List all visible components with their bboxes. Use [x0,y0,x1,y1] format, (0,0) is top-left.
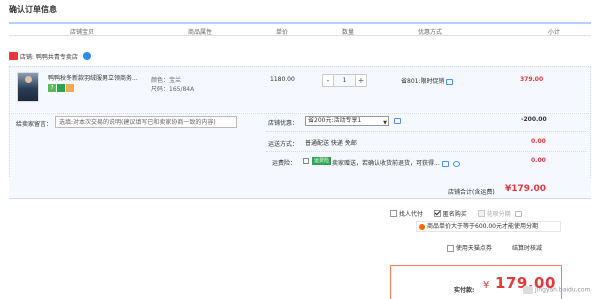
seven-day-return-icon: 7 [48,84,56,92]
guarantee-icon [57,84,65,92]
shipping-label: 运送方式： [268,141,299,148]
shop-icon [9,51,18,60]
proxy-pay-label: 找人代付 [398,211,423,218]
comment-icon[interactable] [394,118,401,124]
message-label: 给卖家留言： [16,121,53,128]
column-header-attributes: 商品属性 [187,29,213,36]
quantity-input[interactable]: 1 [334,74,355,87]
insurance-label: 运费险： [272,160,297,167]
column-header-promotion: 优惠方式 [417,29,443,36]
insurance-description: 卖家赠送，若确认收货前退货，可获得... [332,158,460,167]
shipping-method: 普通配送 快递 免邮 [305,140,357,147]
shop-total-value: ¥179.00 [505,184,546,194]
quantity-increase-button[interactable]: + [355,74,367,87]
comment-icon[interactable] [446,78,454,85]
coupon-select[interactable]: 省200元:活动专享1 ▼ [305,116,389,126]
unit-price: 1180.00 [270,76,295,83]
shop-name-link[interactable]: 鸭鸭共青专卖店 [36,54,78,61]
page-title: 确认订单信息 [9,5,57,14]
watermark-text: jingyan.baidu.com [535,286,591,294]
help-icon[interactable] [452,160,460,167]
promotion-info: 省801:限时促销 [401,76,454,85]
service-badges: 7 [48,84,75,92]
installment-label: 花呗分期 [486,211,511,218]
installment-notice: 商品单价大于等于600.00元才能使用分期 [416,221,561,232]
quantity-stepper: - 1 + [322,74,367,87]
chevron-down-icon: ▼ [383,120,387,126]
product-size: 尺码：165/84A [151,86,195,93]
comment-icon[interactable] [441,160,449,167]
insurance-checkbox[interactable] [303,158,309,164]
item-subtotal: 379.00 [520,76,544,83]
insurance-badge: 运费险 [312,157,332,165]
promotion-text: 省801:限时促销 [401,78,445,85]
tmall-coupon-option[interactable]: 使用天猫点券 [447,243,492,252]
proxy-pay-option[interactable]: 找人代付 [390,210,423,218]
chat-icon[interactable] [82,51,91,60]
coupon-amount: -200.00 [521,116,547,123]
warning-icon [419,223,425,230]
installment-notice-text: 商品单价大于等于600.00元才能使用分期 [427,223,538,230]
product-title-link[interactable]: 鸭鸭秋冬新款羽绒服男立领商务... [48,73,148,82]
comment-icon[interactable] [514,210,522,217]
insurance-text: 卖家赠送，若确认收货前退货，可获得... [332,160,440,167]
divider [266,131,586,132]
divider [266,151,586,152]
column-header-item: 店铺宝贝 [69,29,95,36]
seller-message-input[interactable]: 选填:对本次交易的说明(建议填写已和卖家协商一致的内容) [55,116,237,128]
anonymous-option[interactable]: 匿名购买 [433,210,467,218]
shop-label: 店铺: [19,54,34,61]
insurance-amount: 0.00 [531,157,546,164]
column-header-subtotal: 小计 [547,29,561,36]
proxy-pay-checkbox[interactable] [390,210,397,217]
baidu-logo-icon [523,286,533,294]
shop-row: 店铺: 鸭鸭共青专卖店 [9,51,91,64]
quantity-decrease-button[interactable]: - [322,74,334,87]
anonymous-label: 匿名购买 [442,211,467,218]
coupon-selected-value: 省200元:活动专享1 [308,117,362,124]
tmall-coupon-label: 使用天猫点券 [455,245,492,252]
tmall-coupon-checkbox[interactable] [447,245,454,252]
invoice-icon [66,84,74,92]
product-thumbnail[interactable] [17,72,39,102]
column-header-unit-price: 单价 [275,29,289,36]
order-table-header: 店铺宝贝 商品属性 单价 数量 优惠方式 小计 [9,22,591,36]
shipping-amount: 0.00 [531,138,546,145]
product-color: 颜色：宝兰 [151,77,182,84]
installment-checkbox [477,210,485,217]
column-header-quantity: 数量 [341,29,355,36]
settle-check-text: 结算时核减 [512,245,543,252]
watermark: jingyan.baidu.com [523,286,590,294]
payment-currency: ¥ [483,280,490,291]
payment-options-row: 找人代付 匿名购买 花呗分期 [390,209,531,218]
installment-option: 花呗分期 [477,210,522,218]
coupon-label: 店铺优惠： [268,120,299,127]
anonymous-checkbox[interactable] [433,210,441,217]
payment-label: 实付款: [454,287,475,294]
shop-total-label: 店铺合计(含运费) [448,189,495,196]
shop-total-row [9,178,591,199]
